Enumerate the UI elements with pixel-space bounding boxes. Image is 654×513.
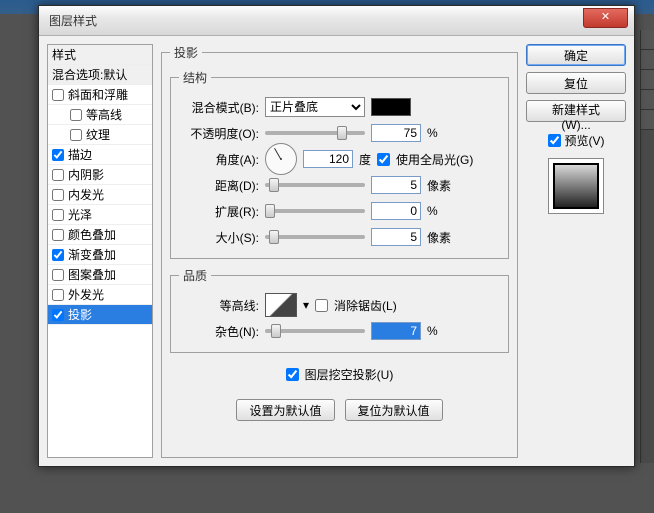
style-item-inner-glow[interactable]: 内发光 — [48, 185, 152, 205]
opacity-slider[interactable] — [265, 131, 365, 135]
close-button[interactable]: ✕ — [583, 8, 628, 28]
preview-check[interactable] — [548, 134, 561, 147]
style-check[interactable] — [52, 189, 64, 201]
style-item-drop-shadow[interactable]: 投影 — [48, 305, 152, 325]
style-item-pattern-overlay[interactable]: 图案叠加 — [48, 265, 152, 285]
style-list: 样式 混合选项:默认 斜面和浮雕 等高线 纹理 描边 内阴影 内发光 光泽 颜色… — [47, 44, 153, 458]
blend-options-default[interactable]: 混合选项:默认 — [48, 65, 152, 85]
make-default-button[interactable]: 设置为默认值 — [236, 399, 334, 421]
style-list-header[interactable]: 样式 — [48, 45, 152, 65]
drop-shadow-panel: 投影 结构 混合模式(B): 正片叠底 不透明度(O): % 角度(A): — [161, 44, 518, 458]
preview-swatch — [553, 163, 599, 209]
style-item-contour[interactable]: 等高线 — [48, 105, 152, 125]
style-item-satin[interactable]: 光泽 — [48, 205, 152, 225]
contour-label: 等高线: — [179, 297, 259, 314]
size-label: 大小(S): — [179, 229, 259, 246]
style-check[interactable] — [52, 89, 64, 101]
quality-group: 品质 等高线: ▾ 消除锯齿(L) 杂色(N): % — [170, 267, 509, 353]
style-check[interactable] — [70, 109, 82, 121]
style-check[interactable] — [70, 129, 82, 141]
spread-input[interactable] — [371, 202, 421, 220]
distance-label: 距离(D): — [179, 177, 259, 194]
distance-input[interactable] — [371, 176, 421, 194]
style-item-inner-shadow[interactable]: 内阴影 — [48, 165, 152, 185]
titlebar[interactable]: 图层样式 ✕ — [39, 6, 634, 36]
style-item-outer-glow[interactable]: 外发光 — [48, 285, 152, 305]
angle-label: 角度(A): — [179, 151, 259, 168]
noise-slider[interactable] — [265, 329, 365, 333]
shadow-color-swatch[interactable] — [371, 98, 411, 116]
use-global-light-check[interactable] — [377, 153, 390, 166]
opacity-input[interactable] — [371, 124, 421, 142]
structure-legend: 结构 — [179, 69, 211, 86]
dialog-title: 图层样式 — [49, 12, 97, 29]
spread-slider[interactable] — [265, 209, 365, 213]
size-slider[interactable] — [265, 235, 365, 239]
new-style-button[interactable]: 新建样式(W)... — [526, 100, 626, 122]
knockout-label: 图层挖空投影(U) — [305, 366, 394, 383]
style-check[interactable] — [52, 309, 64, 321]
knockout-check[interactable] — [286, 368, 299, 381]
anti-alias-check[interactable] — [315, 299, 328, 312]
style-item-color-overlay[interactable]: 颜色叠加 — [48, 225, 152, 245]
anti-alias-label: 消除锯齿(L) — [334, 297, 397, 314]
opacity-label: 不透明度(O): — [179, 125, 259, 142]
noise-label: 杂色(N): — [179, 323, 259, 340]
noise-input[interactable] — [371, 322, 421, 340]
dialog-actions: 确定 复位 新建样式(W)... 预览(V) — [526, 44, 626, 458]
chevron-down-icon[interactable]: ▾ — [303, 298, 309, 312]
style-check[interactable] — [52, 249, 64, 261]
style-item-texture[interactable]: 纹理 — [48, 125, 152, 145]
size-input[interactable] — [371, 228, 421, 246]
style-check[interactable] — [52, 269, 64, 281]
style-item-stroke[interactable]: 描边 — [48, 145, 152, 165]
contour-picker[interactable] — [265, 293, 297, 317]
style-check[interactable] — [52, 209, 64, 221]
distance-slider[interactable] — [265, 183, 365, 187]
drop-shadow-legend: 投影 — [170, 44, 202, 61]
style-check[interactable] — [52, 149, 64, 161]
spread-label: 扩展(R): — [179, 203, 259, 220]
blend-mode-label: 混合模式(B): — [179, 99, 259, 116]
style-check[interactable] — [52, 229, 64, 241]
style-item-bevel[interactable]: 斜面和浮雕 — [48, 85, 152, 105]
style-check[interactable] — [52, 169, 64, 181]
style-check[interactable] — [52, 289, 64, 301]
angle-input[interactable] — [303, 150, 353, 168]
reset-default-button[interactable]: 复位为默认值 — [345, 399, 443, 421]
structure-group: 结构 混合模式(B): 正片叠底 不透明度(O): % 角度(A): 度 — [170, 69, 509, 259]
cancel-button[interactable]: 复位 — [526, 72, 626, 94]
style-item-gradient-overlay[interactable]: 渐变叠加 — [48, 245, 152, 265]
use-global-light-label: 使用全局光(G) — [396, 151, 473, 168]
angle-dial[interactable] — [265, 143, 297, 175]
preview-label: 预览(V) — [565, 132, 605, 149]
ok-button[interactable]: 确定 — [526, 44, 626, 66]
layer-style-dialog: 图层样式 ✕ 样式 混合选项:默认 斜面和浮雕 等高线 纹理 描边 内阴影 内发… — [38, 5, 635, 467]
blend-mode-select[interactable]: 正片叠底 — [265, 97, 365, 117]
quality-legend: 品质 — [179, 267, 211, 284]
